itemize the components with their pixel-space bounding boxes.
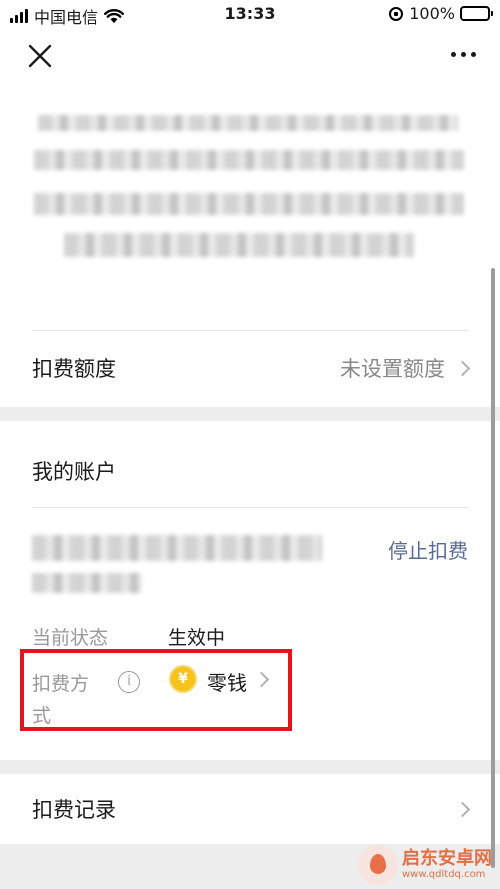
watermark-logo-icon: [358, 845, 398, 885]
limit-label: 扣费额度: [32, 357, 116, 381]
scrollbar[interactable]: [491, 268, 495, 868]
blurred-account-name: [32, 535, 322, 561]
blurred-description-line: [34, 150, 464, 170]
records-row[interactable]: 扣费记录: [32, 794, 471, 824]
more-options-icon[interactable]: [451, 52, 476, 57]
watermark-url: www.qdltdq.com: [402, 869, 486, 880]
limit-row[interactable]: 扣费额度 未设置额度: [32, 353, 471, 383]
chevron-right-icon: [454, 801, 471, 817]
watermark-text: 启东安卓网 www.qdltdq.com: [402, 849, 492, 881]
records-label: 扣费记录: [32, 798, 116, 822]
blurred-account-name: [32, 573, 142, 593]
watermark: 启东安卓网 www.qdltdq.com: [358, 845, 492, 885]
limit-value: 未设置额度: [340, 357, 445, 381]
battery-percent: 100%: [409, 4, 455, 23]
status-value: 生效中: [168, 627, 226, 649]
status-label: 当前状态: [32, 627, 109, 649]
close-icon[interactable]: [24, 40, 56, 72]
records-card: 扣费记录: [0, 774, 500, 844]
nav-bar: [0, 30, 500, 85]
divider: [32, 507, 468, 508]
divider: [32, 330, 468, 331]
blurred-description-line: [34, 193, 464, 215]
stop-deduction-link[interactable]: 停止扣费: [388, 535, 468, 564]
blurred-description-line: [64, 233, 414, 257]
battery-icon: [460, 6, 493, 21]
service-description-card: 扣费额度 未设置额度: [0, 85, 500, 407]
account-title: 我的账户: [32, 460, 116, 484]
chevron-right-icon: [454, 360, 471, 376]
blurred-description-line: [38, 115, 458, 131]
watermark-name: 启东安卓网: [402, 848, 492, 869]
orientation-lock-icon: [389, 6, 404, 21]
status-bar: 中国电信 13:33 100%: [0, 0, 500, 30]
status-right: 100%: [389, 4, 493, 23]
highlight-box: [20, 649, 292, 731]
account-title-row: 我的账户: [32, 456, 468, 486]
